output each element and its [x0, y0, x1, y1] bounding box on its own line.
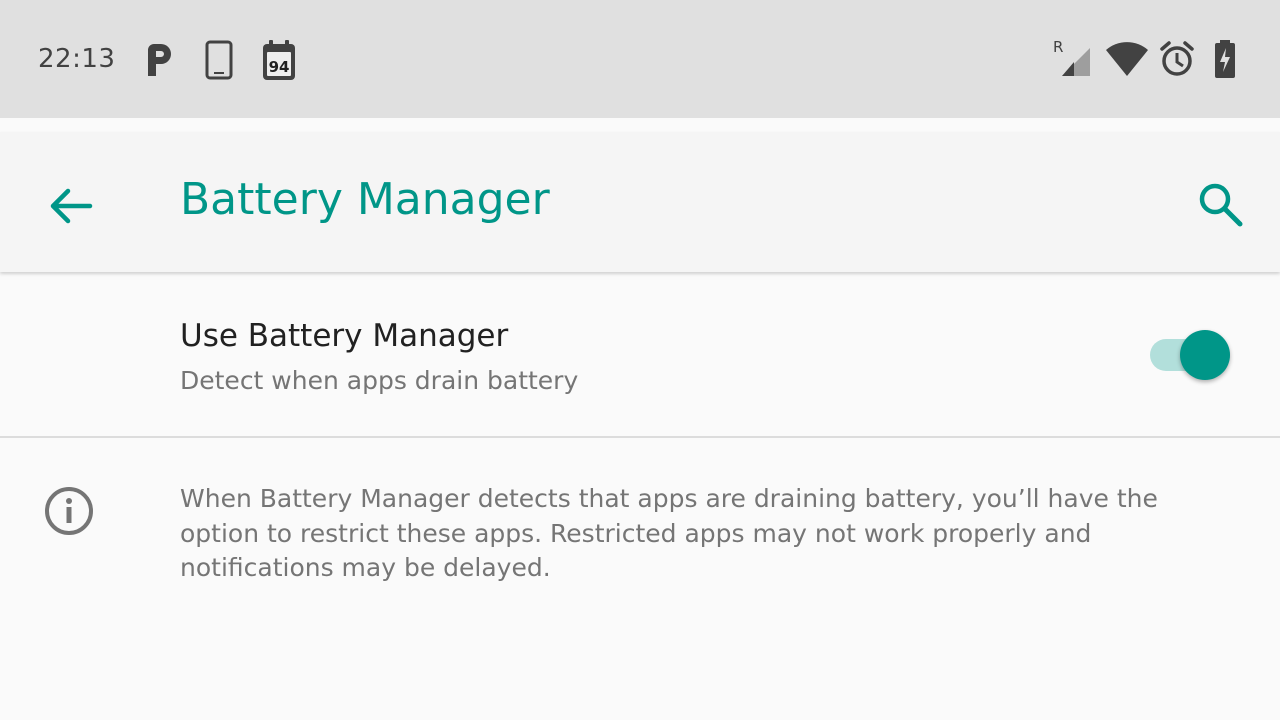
calendar-day: 94 [269, 58, 290, 76]
wifi-icon [1106, 42, 1148, 76]
battery-manager-toggle[interactable] [1148, 329, 1234, 381]
use-battery-manager-row[interactable]: Use Battery Manager Detect when apps dra… [0, 276, 1280, 438]
status-bar: 22:13 94 R [0, 0, 1280, 118]
preference-summary: Detect when apps drain battery [180, 366, 579, 395]
arrow-back-icon [50, 188, 93, 224]
battery-charging-icon [1215, 40, 1235, 78]
calendar-icon: 94 [263, 40, 295, 80]
parking-icon [148, 44, 171, 76]
toggle-thumb [1180, 330, 1230, 380]
search-button[interactable] [1190, 174, 1250, 234]
back-button[interactable] [40, 178, 100, 234]
search-icon [1199, 183, 1243, 227]
tablet-icon [205, 40, 233, 80]
preference-title: Use Battery Manager [180, 318, 509, 354]
status-time: 22:13 [38, 44, 116, 74]
signal-roaming-icon: R [1053, 38, 1090, 76]
info-description: When Battery Manager detects that apps a… [180, 484, 1158, 582]
alarm-icon [1160, 41, 1194, 76]
info-icon [45, 487, 93, 535]
app-bar: Battery Manager [0, 132, 1280, 272]
page-title: Battery Manager [180, 174, 550, 225]
roaming-label: R [1053, 38, 1063, 56]
